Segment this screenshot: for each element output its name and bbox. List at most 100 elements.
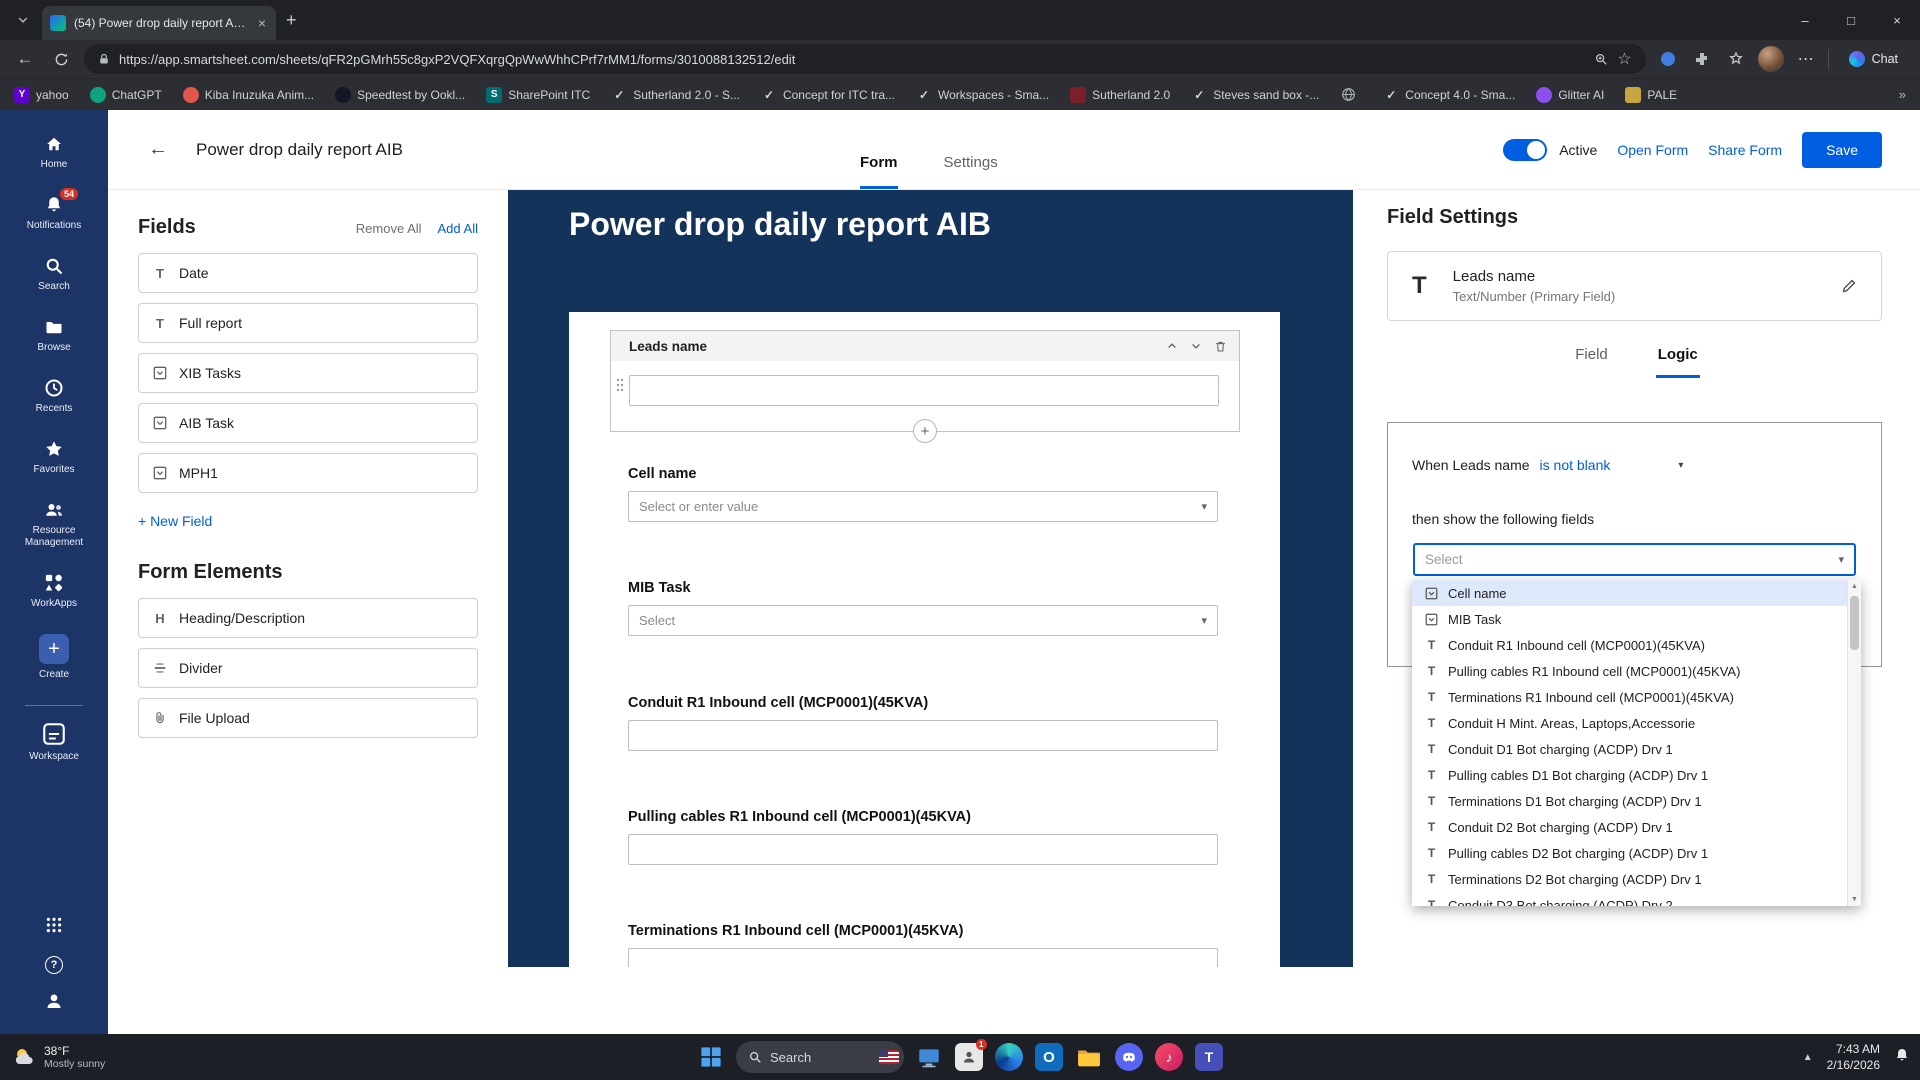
dropdown-scrollbar[interactable]: ▲ ▼ (1847, 580, 1861, 906)
bookmark-item[interactable]: PALE (1625, 86, 1677, 103)
extension-icon[interactable] (1656, 47, 1680, 71)
bookmark-item[interactable]: Kiba Inuzuka Anim... (182, 86, 314, 103)
app-grid-icon[interactable] (45, 916, 63, 939)
conduit-r1-input[interactable] (628, 720, 1218, 751)
field-card-date[interactable]: T Date (138, 253, 478, 293)
sidebar-item-create[interactable]: + Create (38, 634, 69, 681)
scrollbar-thumb[interactable] (1850, 596, 1859, 650)
leads-name-input[interactable] (629, 375, 1219, 406)
taskbar-search[interactable]: Search (736, 1041, 904, 1073)
window-minimize-button[interactable]: – (1782, 0, 1828, 40)
field-card-aib-task[interactable]: AIB Task (138, 403, 478, 443)
dropdown-option[interactable]: T Terminations R1 Inbound cell (MCP0001)… (1412, 684, 1847, 710)
dropdown-option[interactable]: T Terminations D1 Bot charging (ACDP) Dr… (1412, 788, 1847, 814)
start-button[interactable] (696, 1042, 726, 1072)
drag-handle-icon[interactable] (615, 377, 625, 393)
remove-all-link[interactable]: Remove All (356, 221, 422, 236)
bookmark-star-icon[interactable]: ☆ (1617, 49, 1631, 69)
sidebar-item-browse[interactable]: Browse (37, 317, 71, 354)
taskbar-clock[interactable]: 7:43 AM 2/16/2026 (1827, 1041, 1880, 1073)
sidebar-item-recents[interactable]: Recents (36, 378, 72, 415)
cell-name-select[interactable]: Select or enter value ▾ (628, 491, 1218, 522)
save-button[interactable]: Save (1802, 131, 1882, 168)
taskbar-app-discord[interactable] (1114, 1042, 1144, 1072)
edit-pencil-icon[interactable] (1841, 278, 1857, 294)
new-field-link[interactable]: + New Field (138, 513, 212, 529)
taskbar-app-teams[interactable]: T (1194, 1042, 1224, 1072)
browser-menu-icon[interactable]: ⋯ (1794, 47, 1818, 71)
element-card-divider[interactable]: Divider (138, 648, 478, 688)
taskbar-app-outlook[interactable]: O (1034, 1042, 1064, 1072)
move-up-icon[interactable] (1166, 340, 1178, 352)
refresh-button[interactable] (48, 46, 74, 72)
extension-icon-2[interactable] (1690, 47, 1714, 71)
show-fields-select[interactable]: Select ▾ (1413, 543, 1856, 576)
delete-field-icon[interactable] (1214, 340, 1227, 353)
back-button[interactable]: ← (12, 46, 38, 72)
bookmark-item[interactable]: Speedtest by Ookl... (335, 86, 465, 103)
dropdown-option[interactable]: T Conduit D2 Bot charging (ACDP) Drv 1 (1412, 814, 1847, 840)
dropdown-option[interactable]: T Conduit R1 Inbound cell (MCP0001)(45KV… (1412, 632, 1847, 658)
tray-expand-icon[interactable]: ▲ (1803, 1052, 1813, 1063)
bookmark-item[interactable]: Yyahoo (14, 86, 69, 103)
browser-tab[interactable]: (54) Power drop daily report AIB - × (42, 6, 276, 40)
address-bar[interactable]: https://app.smartsheet.com/sheets/qFR2pG… (84, 44, 1646, 74)
dropdown-option-mib-task[interactable]: MIB Task (1412, 606, 1847, 632)
pulling-r1-input[interactable] (628, 834, 1218, 865)
back-arrow-icon[interactable]: ← (148, 138, 168, 161)
taskbar-app-music[interactable]: ♪ (1154, 1042, 1184, 1072)
dropdown-option[interactable]: T Conduit H Mint. Areas, Laptops,Accesso… (1412, 710, 1847, 736)
add-all-link[interactable]: Add All (438, 221, 478, 236)
chevron-down-icon[interactable]: ▾ (1678, 460, 1683, 471)
zoom-icon[interactable] (1594, 52, 1608, 66)
bookmarks-overflow-icon[interactable]: » (1899, 87, 1906, 102)
notification-center-icon[interactable] (1894, 1047, 1910, 1068)
sidebar-item-notifications[interactable]: 54 Notifications (27, 188, 81, 232)
taskbar-app-explorer[interactable] (1074, 1042, 1104, 1072)
sidebar-item-search[interactable]: Search (38, 256, 70, 293)
tab-field[interactable]: Field (1573, 346, 1610, 378)
window-close-button[interactable]: × (1874, 0, 1920, 40)
active-toggle[interactable] (1503, 138, 1548, 161)
taskbar-app-contacts[interactable]: 1 (954, 1039, 987, 1072)
scroll-down-icon[interactable]: ▼ (1848, 896, 1861, 903)
terminations-r1-input[interactable] (628, 948, 1218, 967)
field-card-xib-tasks[interactable]: XIB Tasks (138, 353, 478, 393)
tab-settings[interactable]: Settings (944, 110, 998, 189)
sidebar-item-favorites[interactable]: Favorites (33, 439, 75, 476)
bookmark-item[interactable]: S SharePoint ITC (486, 86, 590, 103)
sidebar-item-workapps[interactable]: WorkApps (31, 573, 77, 610)
taskbar-app-pc[interactable] (914, 1042, 944, 1072)
new-tab-button[interactable]: + (286, 10, 297, 31)
tab-search-icon[interactable] (10, 7, 36, 33)
mib-task-select[interactable]: Select ▾ (628, 605, 1218, 636)
add-field-button[interactable]: + (913, 419, 937, 443)
chat-button[interactable]: Chat (1839, 47, 1908, 71)
field-card-full-report[interactable]: T Full report (138, 303, 478, 343)
help-icon[interactable]: ? (45, 956, 63, 974)
tab-form[interactable]: Form (860, 110, 898, 189)
dropdown-option[interactable]: T Pulling cables D1 Bot charging (ACDP) … (1412, 762, 1847, 788)
weather-widget[interactable]: 38°F Mostly sunny (12, 1034, 105, 1080)
dropdown-option[interactable]: T Pulling cables D2 Bot charging (ACDP) … (1412, 840, 1847, 866)
profile-avatar[interactable] (1757, 46, 1784, 72)
bookmark-item[interactable] (1340, 87, 1362, 103)
tab-logic[interactable]: Logic (1655, 346, 1700, 378)
bookmark-item[interactable]: ✓ Concept 4.0 - Sma... (1383, 87, 1515, 103)
condition-select[interactable]: is not blank (1540, 457, 1611, 473)
dropdown-option[interactable]: T Terminations D2 Bot charging (ACDP) Dr… (1412, 866, 1847, 892)
taskbar-app-edge[interactable] (994, 1042, 1024, 1072)
bookmark-item[interactable]: ✓ Sutherland 2.0 - S... (611, 87, 740, 103)
collections-icon[interactable] (1724, 47, 1748, 71)
share-form-link[interactable]: Share Form (1708, 142, 1782, 158)
dropdown-option[interactable]: T Conduit D1 Bot charging (ACDP) Drv 1 (1412, 736, 1847, 762)
dropdown-option-cell-name[interactable]: Cell name (1412, 580, 1847, 606)
sidebar-item-workspace[interactable]: Workspace (29, 722, 79, 763)
bookmark-item[interactable]: Glitter AI (1536, 86, 1604, 103)
account-icon[interactable] (44, 991, 64, 1016)
bookmark-item[interactable]: ChatGPT (89, 86, 162, 103)
field-card-mph1[interactable]: MPH1 (138, 453, 478, 493)
sidebar-item-home[interactable]: Home (41, 134, 67, 171)
bookmark-item[interactable]: Sutherland 2.0 (1070, 86, 1170, 103)
bookmark-item[interactable]: ✓ Steves sand box -... (1191, 87, 1319, 103)
